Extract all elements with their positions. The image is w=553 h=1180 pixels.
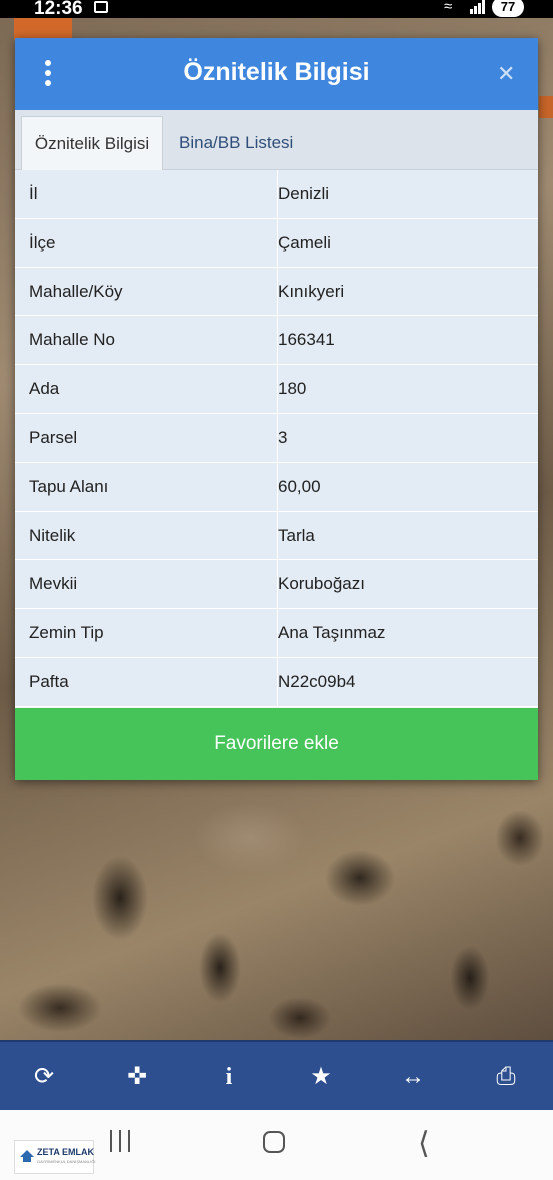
table-row: Mahalle/Köy Kınıkyeri [15, 267, 538, 317]
row-key: Tapu Alanı [29, 476, 109, 496]
logo-name: ZETA EMLAK [37, 1147, 94, 1157]
print-icon[interactable]: ⎙ [489, 1060, 523, 1094]
home-icon[interactable] [263, 1131, 285, 1153]
table-row: Mevkii Koruboğazı [15, 560, 538, 610]
tab-bar: Öznitelik Bilgisi Bina/BB Listesi [15, 110, 538, 170]
row-value: Çameli [277, 218, 527, 268]
map-overlay-chip-right [539, 96, 553, 118]
logo-tagline: GAYRİMENKUL DANIŞMANLIĞI [37, 1159, 96, 1164]
info-icon[interactable]: i [212, 1060, 246, 1094]
row-value: 60,00 [277, 462, 527, 512]
row-value: Ana Taşınmaz [277, 609, 527, 658]
row-key: Nitelik [29, 525, 76, 545]
table-row: İlçe Çameli [15, 218, 538, 268]
battery-indicator: 77 [492, 0, 524, 17]
row-value: Denizli [277, 170, 527, 219]
status-bar: 12:36 ≈ 77 [0, 0, 553, 19]
dialog-title: Öznitelik Bilgisi [183, 58, 370, 86]
screen: 12:36 ≈ 77 Öznitelik Bilgisi ✕ Öznitelik… [0, 0, 553, 1180]
row-value: 180 [277, 365, 527, 414]
dialog-header: Öznitelik Bilgisi ✕ [15, 38, 538, 110]
table-row: Parsel 3 [15, 413, 538, 463]
map-overlay-chip [14, 18, 72, 40]
row-value: Tarla [277, 511, 527, 561]
row-key: Zemin Tip [29, 623, 104, 643]
row-key: Mahalle No [29, 330, 115, 350]
measure-icon[interactable]: ↔ [396, 1060, 430, 1094]
zeta-emlak-logo: ZETA EMLAK GAYRİMENKUL DANIŞMANLIĞI [14, 1140, 96, 1174]
table-row: Tapu Alanı 60,00 [15, 462, 538, 512]
map-toolbar: ⟳ ✜ i ★ ↔ ⎙ [0, 1040, 553, 1110]
row-key: Mevkii [29, 574, 78, 594]
row-key: Mahalle/Köy [29, 281, 123, 301]
row-key: Pafta [29, 671, 69, 691]
row-key: İl [29, 184, 38, 203]
table-row: Ada 180 [15, 365, 538, 414]
tab-building-list[interactable]: Bina/BB Listesi [179, 116, 319, 170]
table-row: İl Denizli [15, 170, 538, 219]
status-time: 12:36 [34, 0, 83, 19]
refresh-icon[interactable]: ⟳ [27, 1060, 61, 1094]
signal-icon [470, 0, 486, 14]
table-row: Pafta N22c09b4 [15, 657, 538, 707]
row-value: N22c09b4 [277, 657, 527, 707]
attribute-table: İl Denizli İlçe Çameli Mahalle/Köy Kınıkyer… [15, 170, 538, 707]
house-icon [20, 1150, 34, 1162]
tab-attribute-info[interactable]: Öznitelik Bilgisi [21, 116, 163, 170]
table-row: Mahalle No 166341 [15, 316, 538, 366]
row-value: Kınıkyeri [277, 267, 527, 317]
wifi-icon: ≈ [444, 0, 453, 15]
locate-icon[interactable]: ✜ [120, 1060, 154, 1094]
row-key: Parsel [29, 427, 78, 447]
recent-apps-icon[interactable] [108, 1130, 134, 1152]
add-to-favorites-button[interactable]: Favorilere ekle [15, 708, 538, 780]
system-nav-bar: ZETA EMLAK GAYRİMENKUL DANIŞMANLIĞI ⟨ [0, 1110, 553, 1180]
row-value: 166341 [277, 316, 527, 366]
row-key: Ada [29, 379, 60, 399]
star-icon[interactable]: ★ [304, 1060, 338, 1094]
attribute-dialog: Öznitelik Bilgisi ✕ Öznitelik Bilgisi Bi… [15, 38, 538, 780]
row-value: Koruboğazı [277, 560, 527, 610]
row-value: 3 [277, 413, 527, 463]
close-icon[interactable]: ✕ [497, 61, 515, 87]
row-key: İlçe [29, 232, 56, 252]
table-row: Zemin Tip Ana Taşınmaz [15, 609, 538, 658]
screenshot-icon [94, 1, 108, 13]
back-icon[interactable]: ⟨ [418, 1126, 430, 1161]
table-row: Nitelik Tarla [15, 511, 538, 561]
